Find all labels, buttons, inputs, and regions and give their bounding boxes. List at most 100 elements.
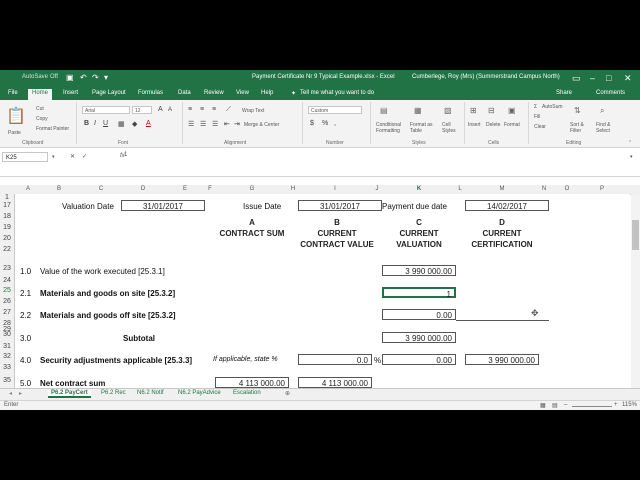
sort-filter-icon[interactable]: ⇅ <box>574 106 581 115</box>
undo-icon[interactable]: ↶ <box>80 73 87 82</box>
current-certification-cell[interactable]: 3 990 000.00 <box>465 354 539 365</box>
conditional-formatting-icon[interactable]: ▤ <box>380 106 388 115</box>
paste-icon[interactable]: 📋 <box>6 106 26 126</box>
customize-quick-access-icon[interactable]: ▾ <box>104 73 108 82</box>
add-sheet-icon[interactable]: ⊕ <box>282 390 293 397</box>
column-header-o[interactable]: O <box>561 186 573 192</box>
decrease-indent-icon[interactable]: ⇤ <box>224 120 230 128</box>
column-header-j[interactable]: J <box>371 186 383 192</box>
enter-entry-icon[interactable]: ✓ <box>82 153 87 160</box>
format-as-table-icon[interactable]: ▦ <box>414 106 422 115</box>
italic-icon[interactable]: I <box>94 120 96 127</box>
comments-button[interactable]: Comments <box>596 90 625 96</box>
row-header[interactable]: 35 <box>0 377 14 384</box>
wrap-text-button[interactable]: Wrap Text <box>242 108 264 114</box>
row-header[interactable]: 22 <box>0 246 14 253</box>
format-cells-button[interactable]: Format <box>504 122 520 128</box>
row-header[interactable]: 32 <box>0 353 14 360</box>
sheet-tab-paycert[interactable]: P6.2 PayCert <box>48 390 91 398</box>
column-header-d[interactable]: D <box>137 186 149 192</box>
column-header-m[interactable]: M <box>496 186 508 192</box>
current-valuation-cell[interactable]: 3 990 000.00 <box>382 265 456 276</box>
contract-value-cell[interactable]: 4 113 000.00 <box>298 377 372 388</box>
maximize-icon[interactable]: □ <box>606 73 611 83</box>
next-sheet-icon[interactable]: ▸ <box>16 390 25 397</box>
tab-data[interactable]: Data <box>178 90 191 96</box>
format-as-table-button[interactable]: Format as Table <box>410 122 438 134</box>
page-layout-view-icon[interactable]: ▤ <box>552 402 558 409</box>
valuation-date-cell[interactable]: 31/01/2017 <box>121 200 205 211</box>
format-cells-icon[interactable]: ▣ <box>508 106 516 115</box>
copy-button[interactable]: Copy <box>36 116 48 122</box>
autosum-icon[interactable]: Σ <box>534 104 537 110</box>
redo-icon[interactable]: ↷ <box>92 73 99 82</box>
current-valuation-cell[interactable]: 3 990 000.00 <box>382 332 456 343</box>
borders-icon[interactable]: ▦ <box>118 120 125 128</box>
align-middle-icon[interactable]: ≡ <box>200 106 204 113</box>
tab-file[interactable]: File <box>8 90 18 96</box>
scrollbar-thumb[interactable] <box>632 220 639 250</box>
delete-cells-button[interactable]: Delete <box>486 122 500 128</box>
payment-due-cell[interactable]: 14/02/2017 <box>465 200 549 211</box>
minimize-icon[interactable]: – <box>590 73 595 83</box>
find-select-icon[interactable]: ⌕ <box>600 106 604 116</box>
font-name-select[interactable]: Arial <box>82 106 130 114</box>
row-header[interactable]: 19 <box>0 224 14 231</box>
sheet-tab-escalation[interactable]: Escalation <box>230 390 264 396</box>
fill-button[interactable]: Fill <box>534 114 540 120</box>
row-header[interactable]: 26 <box>0 298 14 305</box>
shrink-font-icon[interactable]: A <box>168 107 172 113</box>
column-header-a[interactable]: A <box>22 186 34 192</box>
align-center-icon[interactable]: ☰ <box>200 120 206 128</box>
autosave-state[interactable]: Off <box>50 74 58 80</box>
underline-icon[interactable]: U <box>103 120 108 127</box>
normal-view-icon[interactable]: ▦ <box>540 402 546 409</box>
contract-sum-cell[interactable]: 4 113 000.00 <box>215 377 289 388</box>
share-button[interactable]: Share <box>556 90 572 96</box>
bold-icon[interactable]: B <box>84 120 89 127</box>
font-color-icon[interactable]: A <box>146 120 151 127</box>
ribbon-display-icon[interactable]: ▭ <box>572 73 581 84</box>
cell-styles-button[interactable]: Cell Styles <box>442 122 458 134</box>
insert-cells-icon[interactable]: ⊞ <box>470 106 477 115</box>
row-header[interactable]: 23 <box>0 265 14 272</box>
close-icon[interactable]: ✕ <box>624 73 632 84</box>
comma-style-icon[interactable]: , <box>334 120 336 127</box>
increase-indent-icon[interactable]: ⇥ <box>234 120 240 128</box>
tab-formulas[interactable]: Formulas <box>138 90 163 96</box>
conditional-formatting-button[interactable]: Conditional Formatting <box>376 122 410 134</box>
column-header-f[interactable]: F <box>204 186 216 192</box>
tell-me-search[interactable]: Tell me what you want to do <box>300 90 374 96</box>
tab-view[interactable]: View <box>236 90 249 96</box>
currency-icon[interactable]: $ <box>310 120 314 127</box>
active-cell[interactable]: 1 <box>382 287 456 299</box>
sort-filter-button[interactable]: Sort & Filter <box>570 122 592 134</box>
tab-insert[interactable]: Insert <box>63 90 78 96</box>
row-header[interactable]: 27 <box>0 309 14 316</box>
sheet-tab-rec[interactable]: P6.2 Rec <box>98 390 129 396</box>
insert-cells-button[interactable]: Insert <box>468 122 481 128</box>
zoom-in-icon[interactable]: + <box>614 402 618 408</box>
name-box-dropdown-icon[interactable]: ▾ <box>52 154 55 160</box>
orientation-icon[interactable]: ⟋ <box>226 106 231 114</box>
align-bottom-icon[interactable]: ≡ <box>212 106 216 113</box>
user-name[interactable]: Cumberlege, Roy (Mrs) (Summerstrand Camp… <box>412 74 560 80</box>
column-header-c[interactable]: C <box>95 186 107 192</box>
autosum-button[interactable]: AutoSum <box>542 104 563 110</box>
column-header-k[interactable]: K <box>413 186 425 192</box>
row-header[interactable]: 1 <box>0 194 14 201</box>
collapse-ribbon-icon[interactable]: ⌃ <box>628 140 632 146</box>
contract-value-cell[interactable]: 0.0 <box>298 354 372 365</box>
align-top-icon[interactable]: ≡ <box>188 106 192 113</box>
formula-input[interactable]: 1 <box>124 152 127 158</box>
percent-icon[interactable]: % <box>322 120 328 127</box>
row-header[interactable]: 18 <box>0 213 14 220</box>
delete-cells-icon[interactable]: ⊟ <box>488 106 495 115</box>
current-valuation-cell[interactable]: 0.00 <box>382 354 456 365</box>
row-header[interactable]: 30 <box>0 331 14 338</box>
column-header-i[interactable]: I <box>329 186 341 192</box>
zoom-out-icon[interactable]: – <box>564 402 567 408</box>
column-header-p[interactable]: P <box>596 186 608 192</box>
fill-color-icon[interactable]: ◆ <box>132 120 137 128</box>
merge-center-button[interactable]: Merge & Center <box>244 122 279 128</box>
